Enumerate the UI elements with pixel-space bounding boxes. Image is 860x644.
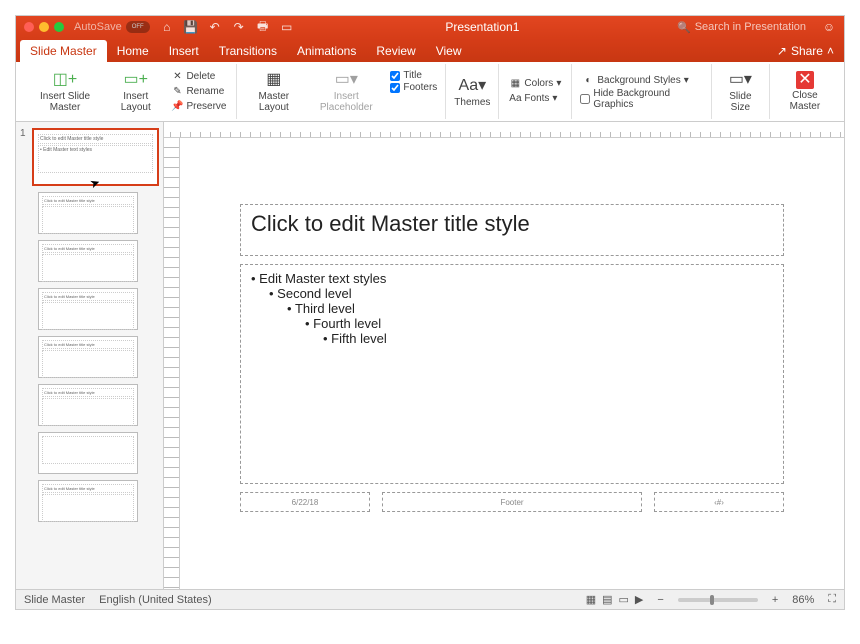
close-master-button[interactable]: ✕Close Master bbox=[774, 71, 836, 112]
new-layout-icon: ▭+ bbox=[126, 70, 146, 90]
fonts-icon: Aa bbox=[509, 93, 521, 105]
zoom-in-button[interactable]: + bbox=[772, 594, 778, 606]
view-mode-label: Slide Master bbox=[24, 594, 85, 606]
ribbon-tabs: Slide Master Home Insert Transitions Ani… bbox=[16, 38, 844, 62]
insert-slide-master-button[interactable]: ◫+Insert Slide Master bbox=[24, 70, 106, 114]
document-title: Presentation1 bbox=[294, 20, 671, 34]
fonts-button[interactable]: AaFonts ▾ bbox=[507, 92, 563, 106]
search-icon: 🔍 bbox=[677, 21, 691, 34]
title-checkbox[interactable]: Title bbox=[390, 70, 437, 81]
print-icon[interactable]: 🖶 bbox=[256, 20, 270, 34]
autosave-toggle[interactable]: AutoSave OFF bbox=[74, 21, 150, 33]
horizontal-ruler[interactable] bbox=[164, 122, 844, 138]
cursor-icon: ➤ bbox=[88, 175, 102, 192]
slide-size-icon: ▭▾ bbox=[730, 70, 750, 90]
rename-button[interactable]: ✎Rename bbox=[169, 85, 228, 99]
chevron-down-icon: ▾ bbox=[556, 78, 561, 89]
titlebar: AutoSave OFF ⌂ 💾 ↶ ↷ 🖶 ▭ Presentation1 🔍… bbox=[16, 16, 844, 38]
master-layout-button[interactable]: ▦Master Layout bbox=[241, 70, 306, 113]
status-bar: Slide Master English (United States) ▦ ▤… bbox=[16, 589, 844, 609]
chevron-up-icon: ˄ bbox=[827, 44, 834, 58]
chevron-down-icon: ▾ bbox=[552, 93, 557, 104]
slide-size-button[interactable]: ▭▾Slide Size bbox=[716, 70, 765, 113]
preserve-button[interactable]: 📌Preserve bbox=[169, 100, 228, 114]
placeholder-icon: ▭▾ bbox=[336, 70, 356, 90]
colors-icon: ▦ bbox=[509, 78, 521, 90]
tab-animations[interactable]: Animations bbox=[287, 40, 366, 62]
layout-thumbnail[interactable]: Click to edit Master title style bbox=[38, 192, 138, 234]
layout-thumbnail[interactable]: Click to edit Master title style bbox=[38, 240, 138, 282]
close-icon: ✕ bbox=[796, 71, 814, 89]
master-layout-icon: ▦ bbox=[264, 70, 284, 90]
tab-home[interactable]: Home bbox=[107, 40, 159, 62]
thumbnail-panel[interactable]: 1 Click to edit Master title style • Edi… bbox=[16, 122, 164, 589]
delete-button[interactable]: ✕Delete bbox=[169, 70, 228, 84]
rename-icon: ✎ bbox=[171, 86, 183, 98]
sorter-view-icon[interactable]: ▤ bbox=[602, 593, 612, 606]
layout-thumbnail[interactable] bbox=[38, 432, 138, 474]
save-icon[interactable]: 💾 bbox=[184, 20, 198, 34]
delete-icon: ✕ bbox=[171, 71, 183, 83]
layout-thumbnail[interactable]: Click to edit Master title style bbox=[38, 384, 138, 426]
tab-review[interactable]: Review bbox=[366, 40, 425, 62]
reading-view-icon[interactable]: ▭ bbox=[619, 593, 629, 606]
window-minimize-icon[interactable] bbox=[39, 22, 49, 32]
layout-thumbnail[interactable]: Click to edit Master title style bbox=[38, 336, 138, 378]
slideshow-view-icon[interactable]: ▶ bbox=[635, 593, 643, 606]
insert-layout-button[interactable]: ▭+Insert Layout bbox=[106, 70, 165, 114]
tab-transitions[interactable]: Transitions bbox=[209, 40, 287, 62]
themes-icon: Aa▾ bbox=[462, 76, 482, 96]
tab-view[interactable]: View bbox=[426, 40, 472, 62]
workspace: 1 Click to edit Master title style • Edi… bbox=[16, 122, 844, 589]
hide-bg-checkbox[interactable]: Hide Background Graphics bbox=[580, 88, 703, 110]
redo-icon[interactable]: ↷ bbox=[232, 20, 246, 34]
language-label[interactable]: English (United States) bbox=[99, 594, 212, 606]
slide-number-placeholder[interactable]: ‹#› bbox=[654, 492, 784, 512]
window-maximize-icon[interactable] bbox=[54, 22, 64, 32]
footers-checkbox[interactable]: Footers bbox=[390, 82, 437, 93]
new-master-icon: ◫+ bbox=[55, 70, 75, 90]
canvas[interactable]: Click to edit Master title style Edit Ma… bbox=[180, 138, 844, 589]
bg-styles-icon: ◐ bbox=[582, 74, 594, 86]
master-thumbnail[interactable]: Click to edit Master title style • Edit … bbox=[32, 128, 159, 186]
layout-thumbnail[interactable]: Click to edit Master title style bbox=[38, 480, 138, 522]
slide[interactable]: Click to edit Master title style Edit Ma… bbox=[232, 198, 792, 518]
account-icon[interactable]: ☺ bbox=[822, 20, 836, 34]
slide-editor: Click to edit Master title style Edit Ma… bbox=[164, 122, 844, 589]
background-styles-button[interactable]: ◐Background Styles ▾ bbox=[580, 73, 703, 87]
fit-to-window-icon[interactable]: ⛶ bbox=[828, 593, 836, 606]
footer-placeholder[interactable]: Footer bbox=[382, 492, 642, 512]
quick-access-toolbar: ⌂ 💾 ↶ ↷ 🖶 ▭ bbox=[160, 20, 294, 34]
autosave-label: AutoSave bbox=[74, 21, 122, 33]
home-icon[interactable]: ⌂ bbox=[160, 20, 174, 34]
undo-icon[interactable]: ↶ bbox=[208, 20, 222, 34]
tab-insert[interactable]: Insert bbox=[159, 40, 209, 62]
ribbon: ◫+Insert Slide Master ▭+Insert Layout ✕D… bbox=[16, 62, 844, 122]
thumbnail-number: 1 bbox=[20, 128, 28, 139]
title-placeholder[interactable]: Click to edit Master title style bbox=[240, 204, 784, 256]
normal-view-icon[interactable]: ▦ bbox=[586, 593, 596, 606]
share-button[interactable]: ↗ Share ˄ bbox=[767, 40, 844, 62]
vertical-ruler[interactable] bbox=[164, 138, 180, 589]
zoom-out-button[interactable]: − bbox=[657, 594, 663, 606]
zoom-slider[interactable] bbox=[678, 598, 758, 602]
content-placeholder[interactable]: Edit Master text styles Second level Thi… bbox=[240, 264, 784, 484]
layout-thumbnail[interactable]: Click to edit Master title style bbox=[38, 288, 138, 330]
preserve-icon: 📌 bbox=[171, 101, 183, 113]
tab-slide-master[interactable]: Slide Master bbox=[20, 40, 107, 62]
insert-placeholder-button[interactable]: ▭▾Insert Placeholder bbox=[306, 70, 386, 113]
chevron-down-icon: ▾ bbox=[684, 75, 689, 86]
date-placeholder[interactable]: 6/22/18 bbox=[240, 492, 370, 512]
window-close-icon[interactable] bbox=[24, 22, 34, 32]
themes-button[interactable]: Aa▾Themes bbox=[450, 76, 494, 108]
app-window: AutoSave OFF ⌂ 💾 ↶ ↷ 🖶 ▭ Presentation1 🔍… bbox=[15, 15, 845, 610]
slideshow-icon[interactable]: ▭ bbox=[280, 20, 294, 34]
colors-button[interactable]: ▦Colors ▾ bbox=[507, 77, 563, 91]
zoom-level[interactable]: 86% bbox=[792, 594, 814, 606]
search-box[interactable]: 🔍 Search in Presentation bbox=[671, 21, 812, 34]
